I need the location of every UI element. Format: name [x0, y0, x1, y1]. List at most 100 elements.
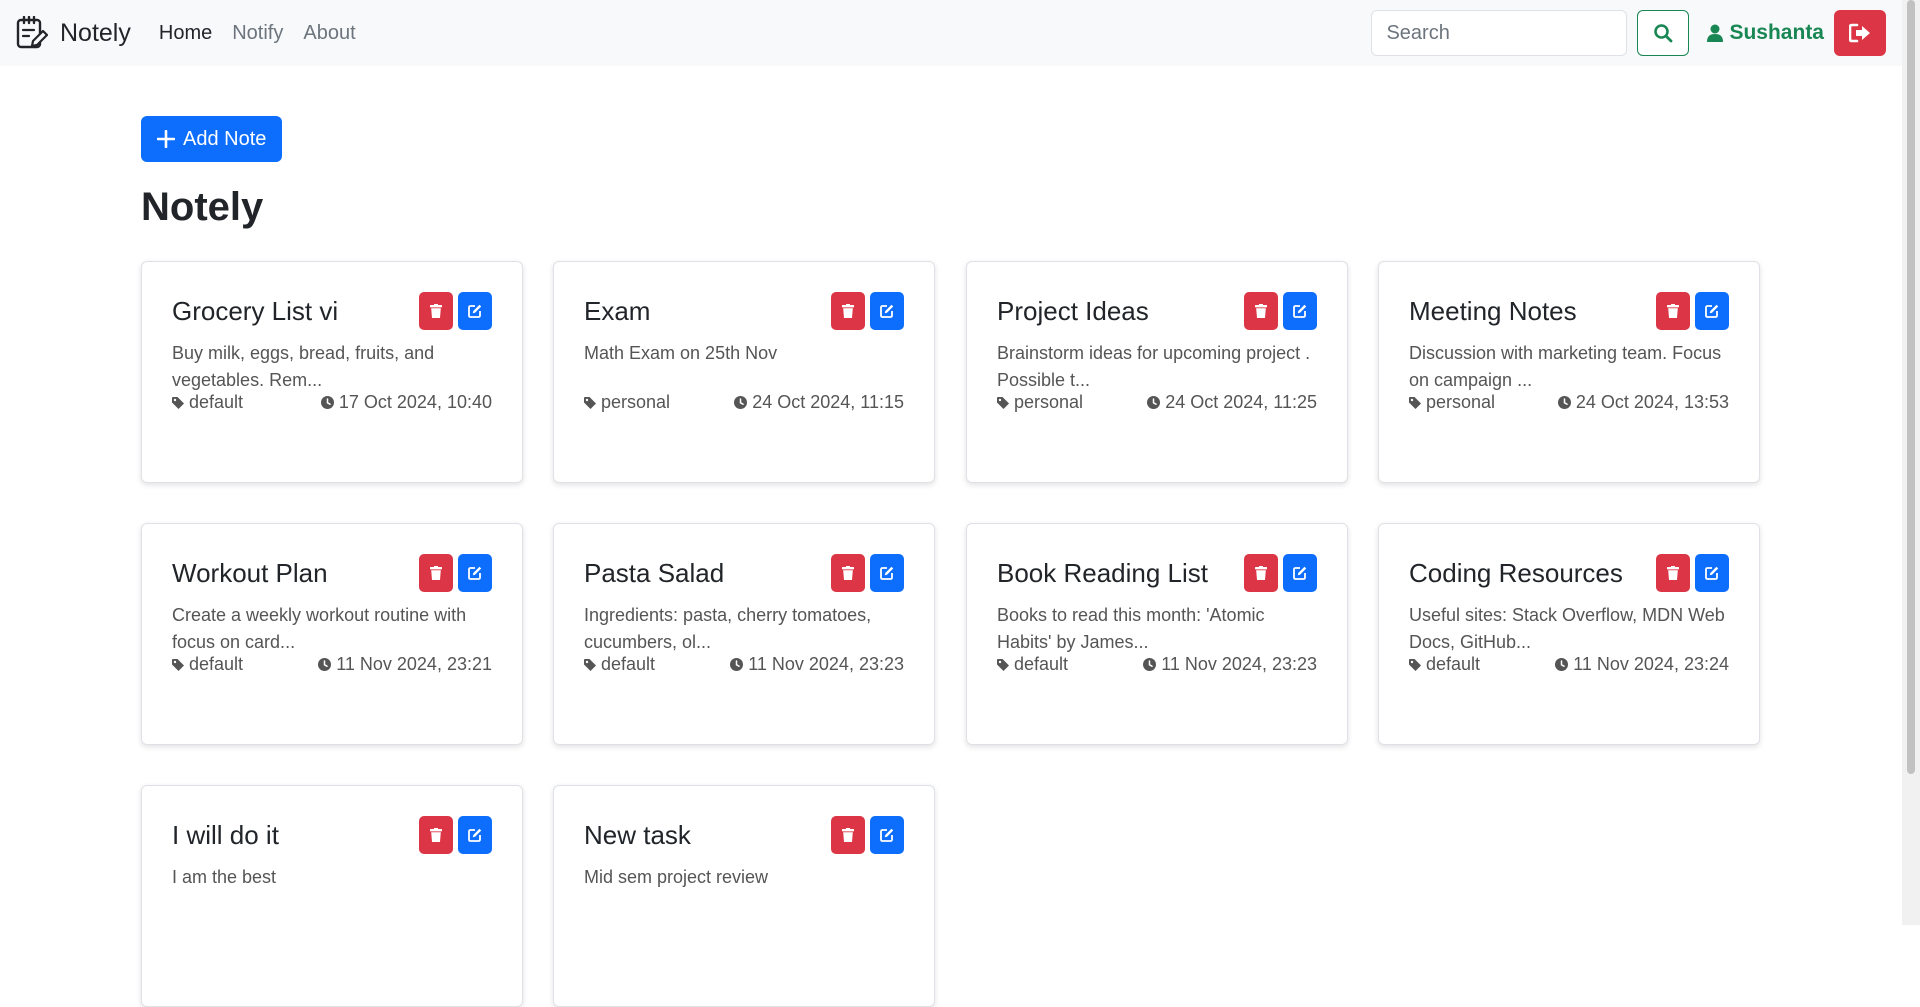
delete-note-button[interactable] [1244, 554, 1278, 592]
main-content: Add Note Notely Grocery List vi Buy milk,… [141, 116, 1761, 1007]
clock-icon [734, 396, 748, 409]
delete-note-button[interactable] [1656, 292, 1690, 330]
trash-icon [1255, 566, 1267, 580]
note-footer: default 11 Nov 2024, 23:23 [584, 654, 904, 675]
note-title: Pasta Salad [584, 558, 725, 588]
note-date-label: 24 Oct 2024, 13:53 [1575, 392, 1729, 412]
nav-notify[interactable]: Notify [232, 22, 283, 45]
edit-note-button[interactable] [870, 292, 904, 330]
note-date-label: 24 Oct 2024, 11:25 [1165, 392, 1317, 412]
note-tag: default [1409, 654, 1480, 675]
delete-note-button[interactable] [831, 292, 865, 330]
edit-note-button[interactable] [1283, 292, 1317, 330]
clock-icon [1555, 658, 1569, 671]
note-date: 24 Oct 2024, 11:15 [734, 392, 904, 413]
note-card: Meeting Notes Discussion with marketing t… [1378, 261, 1760, 483]
note-actions [1244, 292, 1317, 330]
user-profile[interactable]: Sushanta [1707, 21, 1824, 45]
note-description: Discussion with marketing team. Focus on… [1409, 343, 1722, 390]
scrollbar-thumb[interactable] [1907, 0, 1915, 774]
note-footer: default 11 Nov 2024, 23:23 [997, 654, 1317, 675]
note-description: Ingredients: pasta, cherry tomatoes, cuc… [584, 605, 872, 652]
note-date: 17 Oct 2024, 10:40 [320, 392, 492, 413]
note-card: Project Ideas Brainstorm ideas for upcomi… [966, 261, 1348, 483]
delete-note-button[interactable] [419, 816, 453, 854]
note-title: Project Ideas [997, 296, 1149, 326]
note-date: 11 Nov 2024, 23:23 [730, 654, 904, 675]
edit-note-button[interactable] [458, 816, 492, 854]
note-actions [831, 292, 904, 330]
note-actions [831, 816, 904, 854]
tag-icon [172, 396, 184, 409]
note-card: Coding Resources Useful sites: Stack Over… [1378, 523, 1760, 745]
edit-icon [880, 566, 894, 580]
note-footer: personal 24 Oct 2024, 11:15 [584, 392, 904, 413]
delete-note-button[interactable] [831, 816, 865, 854]
tag-icon [172, 658, 184, 671]
delete-note-button[interactable] [1244, 292, 1278, 330]
note-tag: personal [1409, 392, 1495, 413]
note-date-label: 11 Nov 2024, 23:24 [1573, 654, 1729, 674]
edit-icon [880, 828, 894, 842]
edit-note-button[interactable] [870, 816, 904, 854]
note-tag-label: default [189, 392, 244, 412]
edit-note-button[interactable] [1695, 292, 1729, 330]
note-title: Workout Plan [172, 558, 328, 588]
search-input[interactable] [1371, 10, 1628, 56]
note-description: Buy milk, eggs, bread, fruits, and veget… [172, 343, 435, 390]
edit-note-button[interactable] [870, 554, 904, 592]
note-title: Book Reading List [997, 558, 1209, 588]
note-title: Grocery List vi [172, 296, 339, 326]
note-date-label: 11 Nov 2024, 23:23 [748, 654, 904, 674]
clock-icon [1147, 396, 1161, 409]
note-tag-label: default [1014, 654, 1069, 674]
note-date-label: 17 Oct 2024, 10:40 [338, 392, 492, 412]
edit-note-button[interactable] [1283, 554, 1317, 592]
search-button[interactable] [1637, 10, 1690, 56]
note-footer: default 11 Nov 2024, 23:21 [172, 654, 492, 675]
note-tag-label: personal [1014, 392, 1084, 412]
trash-icon [430, 304, 442, 318]
nav-about[interactable]: About [303, 22, 355, 45]
edit-note-button[interactable] [1695, 554, 1729, 592]
logout-button[interactable] [1834, 10, 1886, 56]
nav-right: Sushanta [1371, 10, 1886, 56]
note-actions [419, 554, 492, 592]
page-title: Notely [141, 185, 264, 229]
note-tag-label: personal [601, 392, 671, 412]
note-footer: personal 24 Oct 2024, 13:53 [1409, 392, 1729, 413]
note-tag-label: personal [1426, 392, 1496, 412]
edit-note-button[interactable] [458, 554, 492, 592]
add-note-button[interactable]: Add Note [141, 116, 283, 162]
note-title: I will do it [172, 820, 279, 850]
nav-links: Home Notify About [159, 22, 356, 45]
note-actions [419, 292, 492, 330]
logout-icon [1849, 23, 1870, 43]
note-title: Meeting Notes [1409, 296, 1577, 326]
tag-icon [1409, 658, 1421, 671]
trash-icon [842, 566, 854, 580]
note-description: Useful sites: Stack Overflow, MDN Web Do… [1409, 605, 1725, 652]
delete-note-button[interactable] [419, 292, 453, 330]
tag-icon [584, 658, 596, 671]
scrollbar[interactable] [1902, 0, 1920, 925]
nav-home[interactable]: Home [159, 22, 212, 45]
delete-note-button[interactable] [831, 554, 865, 592]
note-actions [1656, 292, 1729, 330]
edit-icon [468, 304, 482, 318]
note-card: Pasta Salad Ingredients: pasta, cherry to… [553, 523, 935, 745]
note-description: Math Exam on 25th Nov [584, 343, 778, 363]
edit-note-button[interactable] [458, 292, 492, 330]
delete-note-button[interactable] [419, 554, 453, 592]
note-actions [1656, 554, 1729, 592]
brand-name: Notely [60, 18, 131, 47]
tag-icon [997, 658, 1009, 671]
tag-icon [584, 396, 596, 409]
note-card: I will do it I am the best [141, 785, 523, 1007]
trash-icon [1667, 304, 1679, 318]
note-date-label: 24 Oct 2024, 11:15 [752, 392, 904, 412]
delete-note-button[interactable] [1656, 554, 1690, 592]
note-description: Brainstorm ideas for upcoming project . … [997, 343, 1311, 390]
note-tag: default [584, 654, 655, 675]
brand-link[interactable]: Notely [16, 16, 131, 50]
